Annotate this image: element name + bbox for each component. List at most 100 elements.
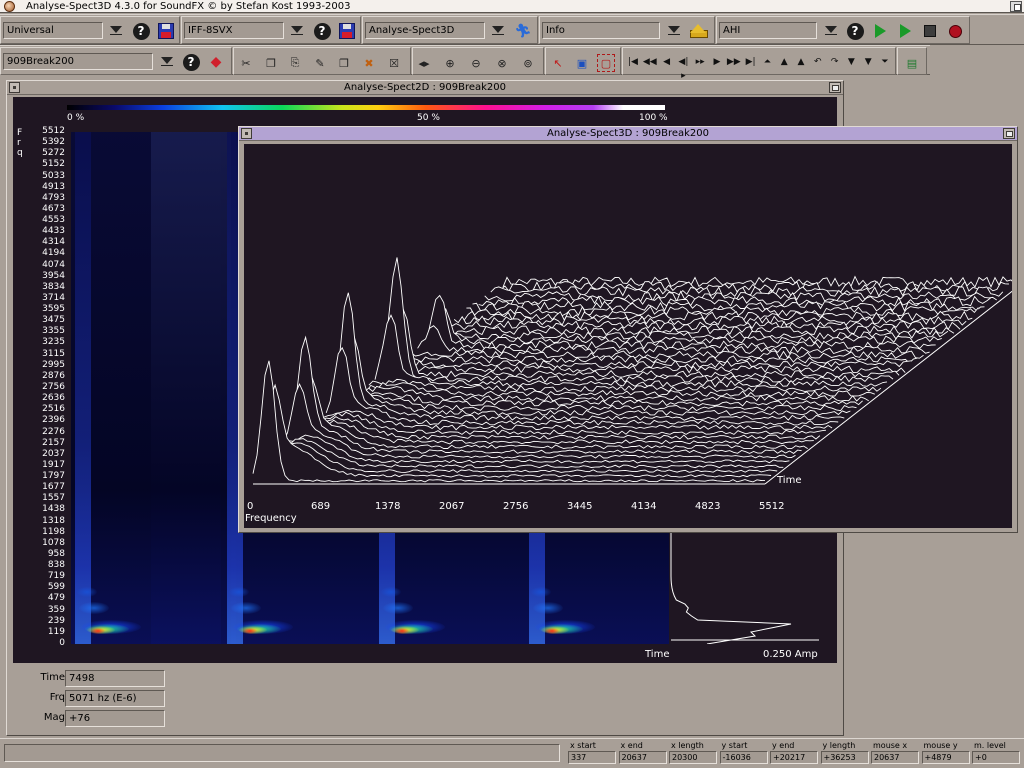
lock-button[interactable]: ▣ xyxy=(573,54,591,72)
frequency-tick-label: 239 xyxy=(47,615,65,626)
loader-help-button[interactable]: ? xyxy=(312,21,332,41)
frequency-tick-label: 599 xyxy=(47,582,65,593)
frequency-tick-label: 3475 xyxy=(42,315,65,326)
copy-button[interactable]: ❐ xyxy=(262,54,280,72)
scroll-button[interactable]: ◂▸ xyxy=(415,54,433,72)
transport-button[interactable]: ⏶ xyxy=(760,55,774,69)
frequency-tick-label: 3714 xyxy=(42,292,65,303)
info-select[interactable]: Info xyxy=(542,22,660,39)
zoom-in-button[interactable]: ⊕ xyxy=(441,54,459,72)
transport-button[interactable]: ▸▸ xyxy=(693,55,707,69)
amplitude-axis-label: 0.250 Amp xyxy=(763,649,818,660)
player-dropdown-icon[interactable] xyxy=(821,21,841,40)
record-icon xyxy=(948,24,962,38)
zoom-range-icon: ⊗ xyxy=(497,56,507,70)
pointer-button[interactable]: ↖ xyxy=(549,54,567,72)
erase-button[interactable]: ☒ xyxy=(385,54,403,72)
transport-button[interactable]: ◀◀ xyxy=(643,55,657,69)
loader-dropdown-icon[interactable] xyxy=(287,21,307,40)
zoom-out-icon: ⊖ xyxy=(471,56,481,70)
transport-icon: ↶ xyxy=(814,57,822,67)
zoom-range-button[interactable]: ⊗ xyxy=(493,54,511,72)
record-button[interactable] xyxy=(945,21,965,41)
close-icon[interactable] xyxy=(241,128,252,139)
frequency-tick-label: 0 xyxy=(59,638,65,648)
lips-icon: ◆ xyxy=(210,54,222,70)
mix-button[interactable]: ✖ xyxy=(360,54,378,72)
mixer-button[interactable]: ▤ xyxy=(903,54,921,72)
buffer-help-button[interactable]: ? xyxy=(181,52,201,72)
cut-button[interactable]: ✂ xyxy=(237,54,255,72)
operator-run-button[interactable]: 🏃︎ xyxy=(513,21,533,41)
transport-button[interactable]: ▼ xyxy=(861,55,875,69)
frequency-tick-label: 4823 xyxy=(695,501,721,512)
readout-label: mouse x xyxy=(873,741,908,750)
spect2d-title-bar[interactable]: Analyse-Spect2D : 909Break200 xyxy=(7,81,843,95)
waterfall-plot xyxy=(252,257,1012,485)
transport-group: |◀ ◀◀ ◀ ◀|▸ ▸▸ ▶ ▶▶ ▶| ⏶ ▲ ▲ ↶ ↷ ▼ ▼ ⏷ xyxy=(622,47,896,81)
transport-button[interactable]: |◀ xyxy=(626,55,640,69)
transport-button[interactable]: ▼ xyxy=(844,55,858,69)
transport-icon: ◀|▸ xyxy=(678,57,689,81)
buffer-select[interactable]: 909Break200 xyxy=(3,53,153,70)
overwrite-button[interactable]: ❐ xyxy=(335,54,353,72)
transport-button[interactable]: ▲ xyxy=(777,55,791,69)
frequency-tick-label: 4433 xyxy=(42,226,65,237)
draw-button[interactable]: ✎ xyxy=(311,54,329,72)
buffer-group: 909Break200 ? ◆ xyxy=(0,47,232,75)
transport-icon: ⏷ xyxy=(881,57,889,67)
zoom-full-button[interactable]: ⊚ xyxy=(519,54,537,72)
spectrogram-peak xyxy=(395,628,409,634)
transport-button[interactable]: ◀|▸ xyxy=(676,55,690,81)
screen-depth-gadget[interactable] xyxy=(1010,1,1022,12)
transport-button[interactable]: ▶| xyxy=(744,55,758,69)
range-readout: x length 20300 xyxy=(669,741,717,764)
zoom-in-icon: ⊕ xyxy=(445,56,455,70)
play-button[interactable] xyxy=(870,21,890,41)
spect3d-plot[interactable]: Time 0 689 1378 2067 2756 3445 4134 4823 5512 Fr… xyxy=(244,144,1012,528)
spectrogram-band xyxy=(151,132,236,644)
source-dropdown-icon[interactable] xyxy=(106,21,126,40)
transport-button[interactable]: ↶ xyxy=(811,55,825,69)
info-dropdown-icon[interactable] xyxy=(664,21,684,40)
spect3d-window: Analyse-Spect3D : 909Break200 Time 0 689 1… xyxy=(238,126,1018,533)
spectrogram-peak xyxy=(243,628,257,634)
close-icon[interactable] xyxy=(9,82,20,93)
zoom-group: ◂▸ ⊕ ⊖ ⊗ ⊚ xyxy=(412,47,544,75)
source-select[interactable]: Universal xyxy=(3,22,103,39)
readout-label: y length xyxy=(822,741,856,750)
spect3d-title-bar[interactable]: Analyse-Spect3D : 909Break200 xyxy=(239,127,1017,141)
stop-button[interactable] xyxy=(920,21,940,41)
loader-group: IFF-8SVX ? xyxy=(181,16,361,44)
operator-dropdown-icon[interactable] xyxy=(488,21,508,40)
time-axis-label: Time xyxy=(645,649,670,660)
frequency-tick-label: 4074 xyxy=(42,259,65,270)
operator-select[interactable]: Analyse-Spect3D xyxy=(365,22,485,39)
transport-button[interactable]: ◀ xyxy=(660,55,674,69)
info-crown-button[interactable] xyxy=(688,21,708,41)
transport-button[interactable]: ↷ xyxy=(828,55,842,69)
range-readout: x end 20637 xyxy=(618,741,667,764)
zoom-out-button[interactable]: ⊖ xyxy=(467,54,485,72)
buffer-dropdown-icon[interactable] xyxy=(157,52,177,71)
frequency-tick-label: 119 xyxy=(47,626,65,637)
transport-button[interactable]: ⏷ xyxy=(878,55,892,69)
depth-icon[interactable] xyxy=(829,82,841,93)
play-range-button[interactable] xyxy=(895,21,915,41)
buffer-delete-button[interactable]: ◆ xyxy=(206,52,226,72)
range-select-button[interactable]: ▢ xyxy=(597,54,615,72)
transport-button[interactable]: ▶▶ xyxy=(727,55,741,69)
frequency-tick-label: 1078 xyxy=(42,537,65,548)
spectrogram-peak xyxy=(531,587,551,597)
transport-button[interactable]: ▲ xyxy=(794,55,808,69)
source-help-button[interactable]: ? xyxy=(131,21,151,41)
transport-button[interactable]: ▶ xyxy=(710,55,724,69)
depth-icon[interactable] xyxy=(1003,128,1015,139)
loader-select[interactable]: IFF-8SVX xyxy=(184,22,284,39)
player-select[interactable]: AHI xyxy=(719,22,817,39)
paste-button[interactable]: ⎘ xyxy=(286,54,304,72)
loader-save-button[interactable] xyxy=(337,21,357,41)
frequency-tick-label: 1677 xyxy=(42,482,65,493)
player-help-button[interactable]: ? xyxy=(845,21,865,41)
source-save-button[interactable] xyxy=(156,21,176,41)
